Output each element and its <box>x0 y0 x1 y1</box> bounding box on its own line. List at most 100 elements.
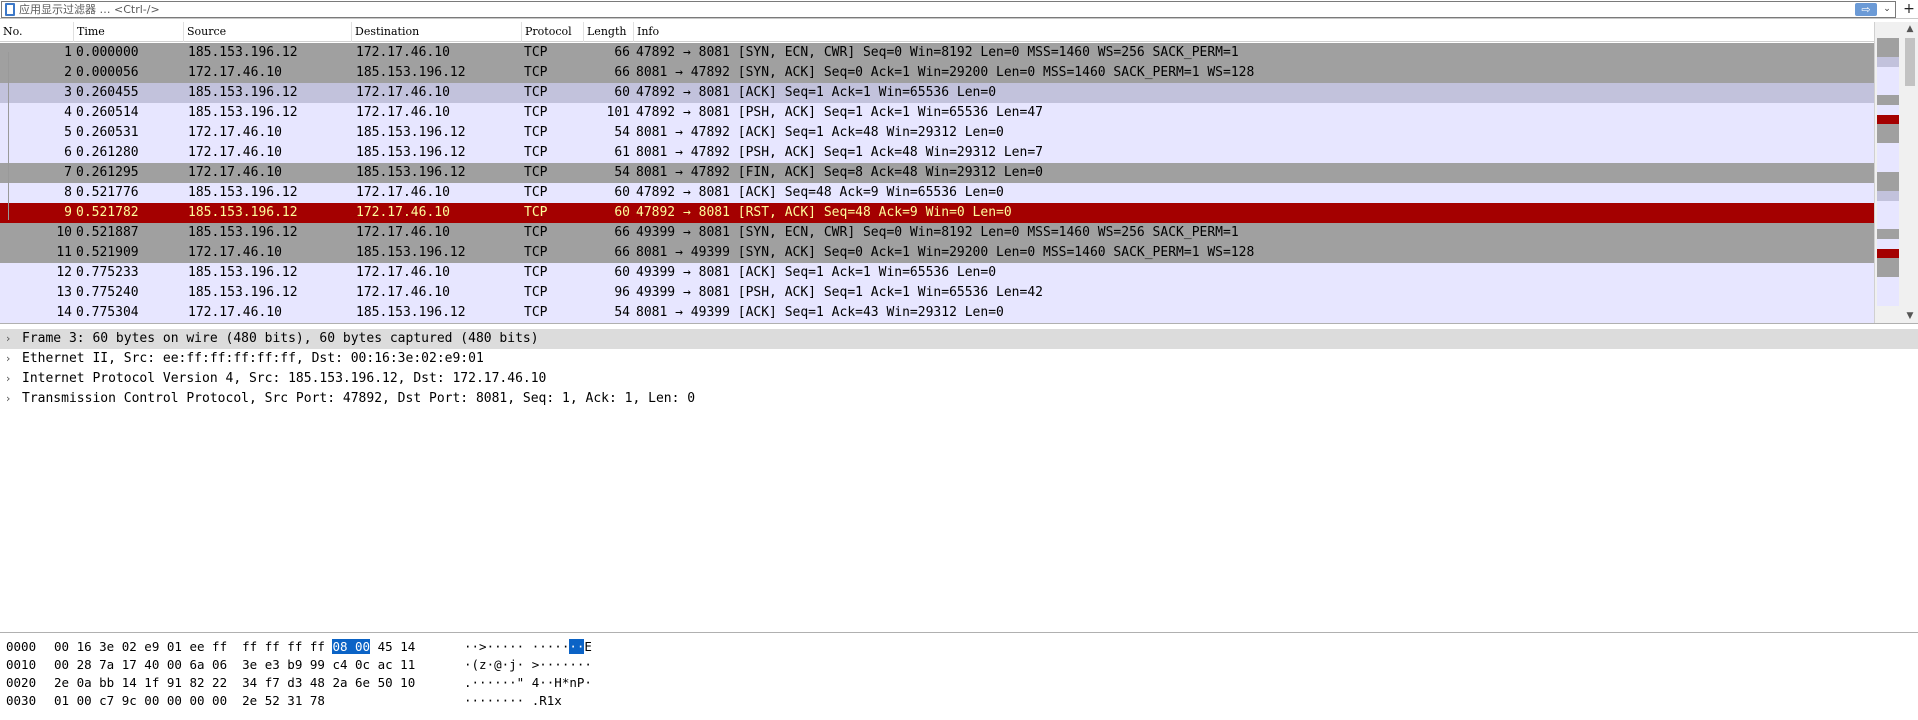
ascii-bytes[interactable]: ··>····· ·······E <box>464 638 614 656</box>
hex-segment: 01 00 c7 9c 00 00 00 00 2e 52 31 78 <box>54 693 325 708</box>
detail-tree-text: Internet Protocol Version 4, Src: 185.15… <box>22 371 547 386</box>
packet-cell-time: 0.521887 <box>76 225 139 240</box>
expand-arrow-icon[interactable]: › <box>6 369 10 389</box>
column-header-destination[interactable]: Destination <box>352 22 522 42</box>
hex-offset: 0010 <box>6 657 37 672</box>
packet-cell-no: 1 <box>64 45 72 60</box>
packet-cell-src: 185.153.196.12 <box>188 205 298 220</box>
detail-tree-item[interactable]: › Ethernet II, Src: ee:ff:ff:ff:ff:ff, Ds… <box>0 349 1918 369</box>
packet-cell-dst: 185.153.196.12 <box>356 305 466 320</box>
minimap-segment <box>1877 162 1899 172</box>
column-header-source[interactable]: Source <box>184 22 352 42</box>
hex-bytes[interactable]: 00 28 7a 17 40 00 6a 06 3e e3 b9 99 c4 0… <box>54 656 454 674</box>
packet-cell-info: 47892 → 8081 [RST, ACK] Seq=48 Ack=9 Win… <box>636 205 1012 220</box>
minimap-segment <box>1877 258 1899 268</box>
packet-cell-dst: 172.17.46.10 <box>356 265 450 280</box>
packet-row[interactable]: 11 0.521909 172.17.46.10 185.153.196.12 TCP 6… <box>0 243 1874 263</box>
hex-dump-row[interactable]: 0010 00 28 7a 17 40 00 6a 06 3e e3 b9 99 … <box>0 656 1918 674</box>
packet-row[interactable]: 13 0.775240 185.153.196.12 172.17.46.10 TCP 9… <box>0 283 1874 303</box>
hex-bytes[interactable]: 2e 0a bb 14 1f 91 82 22 34 f7 d3 48 2a 6… <box>54 674 454 692</box>
packet-row[interactable]: 12 0.775233 185.153.196.12 172.17.46.10 TCP 6… <box>0 263 1874 283</box>
packet-cell-info: 47892 → 8081 [SYN, ECN, CWR] Seq=0 Win=8… <box>636 45 1239 60</box>
scroll-up-icon[interactable]: ▲ <box>1902 22 1918 36</box>
packet-cell-proto: TCP <box>524 265 548 280</box>
packet-cell-no: 3 <box>64 85 72 100</box>
add-filter-button[interactable]: + <box>1902 0 1916 19</box>
packet-row[interactable]: 4 0.260514 185.153.196.12 172.17.46.10 TCP 10… <box>0 103 1874 123</box>
packet-cell-src: 185.153.196.12 <box>188 185 298 200</box>
hex-bytes[interactable]: 01 00 c7 9c 00 00 00 00 2e 52 31 78 <box>54 692 454 710</box>
hex-offset: 0000 <box>6 639 37 654</box>
packet-minimap[interactable] <box>1874 22 1902 323</box>
packet-list-scrollbar[interactable]: ▲ ▼ <box>1902 22 1918 323</box>
minimap-segment <box>1877 229 1899 239</box>
hex-dump-row[interactable]: 0020 2e 0a bb 14 1f 91 82 22 34 f7 d3 48 … <box>0 674 1918 692</box>
ascii-segment: ··>····· ····· <box>464 639 570 654</box>
ascii-bytes[interactable]: ········ .R1x <box>464 692 614 710</box>
packet-row[interactable]: 9 0.521782 185.153.196.12 172.17.46.10 TCP 60… <box>0 203 1874 223</box>
packet-row[interactable]: 5 0.260531 172.17.46.10 185.153.196.12 TCP 54… <box>0 123 1874 143</box>
packet-cell-time: 0.775240 <box>76 285 139 300</box>
packet-cell-info: 49399 → 8081 [ACK] Seq=1 Ack=1 Win=65536… <box>636 265 997 280</box>
packet-bytes-pane: 0000 00 16 3e 02 e9 01 ee ff ff ff ff ff … <box>0 638 1918 720</box>
packet-cell-dst: 172.17.46.10 <box>356 205 450 220</box>
packet-cell-src: 185.153.196.12 <box>188 265 298 280</box>
packet-cell-len: 66 <box>614 245 630 260</box>
scroll-thumb[interactable] <box>1905 38 1915 86</box>
detail-tree-item[interactable]: › Frame 3: 60 bytes on wire (480 bits), 6… <box>0 329 1918 349</box>
packet-cell-dst: 185.153.196.12 <box>356 245 466 260</box>
expand-arrow-icon[interactable]: › <box>6 389 10 409</box>
packet-cell-proto: TCP <box>524 305 548 320</box>
filter-history-dropdown-icon[interactable]: ⌄ <box>1881 2 1893 17</box>
hex-bytes[interactable]: 00 16 3e 02 e9 01 ee ff ff ff ff ff 08 0… <box>54 638 454 656</box>
packet-cell-time: 0.260531 <box>76 125 139 140</box>
detail-tree-item[interactable]: › Transmission Control Protocol, Src Port… <box>0 389 1918 409</box>
packet-cell-src: 185.153.196.12 <box>188 45 298 60</box>
packet-cell-dst: 185.153.196.12 <box>356 65 466 80</box>
expand-arrow-icon[interactable]: › <box>6 349 10 369</box>
minimap-segment <box>1877 239 1899 249</box>
ascii-bytes[interactable]: ·(z·@·j· >······· <box>464 656 614 674</box>
display-filter-input[interactable] <box>19 2 1819 17</box>
hex-highlight: 08 00 <box>332 639 371 654</box>
column-header-length[interactable]: Length <box>584 22 634 42</box>
column-header-no[interactable]: No. <box>0 22 74 42</box>
minimap-segment <box>1877 85 1899 96</box>
packet-row[interactable]: 1 0.000000 185.153.196.12 172.17.46.10 TCP 66… <box>0 43 1874 63</box>
packet-cell-time: 0.521776 <box>76 185 139 200</box>
packet-cell-len: 101 <box>606 105 630 120</box>
packet-cell-dst: 185.153.196.12 <box>356 145 466 160</box>
bookmark-icon[interactable] <box>5 3 15 16</box>
minimap-segment <box>1877 191 1899 201</box>
packet-list-pane: No. Time Source Destination Protocol Len… <box>0 22 1918 324</box>
minimap-segment <box>1877 124 1899 134</box>
ascii-bytes[interactable]: .······" 4··H*nP· <box>464 674 614 692</box>
expand-arrow-icon[interactable]: › <box>6 329 10 349</box>
packet-cell-time: 0.000000 <box>76 45 139 60</box>
hex-dump-row[interactable]: 0000 00 16 3e 02 e9 01 ee ff ff ff ff ff … <box>0 638 1918 656</box>
column-header-time[interactable]: Time <box>74 22 184 42</box>
minimap-segment <box>1877 105 1899 115</box>
packet-cell-proto: TCP <box>524 85 548 100</box>
minimap-segment <box>1877 114 1899 125</box>
hex-dump-row[interactable]: 0030 01 00 c7 9c 00 00 00 00 2e 52 31 78 ·… <box>0 692 1918 710</box>
scroll-down-icon[interactable]: ▼ <box>1902 309 1918 323</box>
packet-row[interactable]: 3 0.260455 185.153.196.12 172.17.46.10 TCP 60… <box>0 83 1874 103</box>
ascii-segment: ·(z·@·j· >······· <box>464 657 592 672</box>
packet-row[interactable]: 6 0.261280 172.17.46.10 185.153.196.12 TCP 61… <box>0 143 1874 163</box>
apply-filter-button[interactable]: ⇨ <box>1855 3 1877 16</box>
packet-row[interactable]: 14 0.775304 172.17.46.10 185.153.196.12 TCP 5… <box>0 303 1874 323</box>
detail-tree-item[interactable]: › Internet Protocol Version 4, Src: 185.1… <box>0 369 1918 389</box>
packet-row[interactable]: 8 0.521776 185.153.196.12 172.17.46.10 TCP 60… <box>0 183 1874 203</box>
minimap-segment <box>1877 152 1899 163</box>
packet-row[interactable]: 2 0.000056 172.17.46.10 185.153.196.12 TCP 66… <box>0 63 1874 83</box>
column-header-info[interactable]: Info <box>634 22 1874 42</box>
column-header-protocol[interactable]: Protocol <box>522 22 584 42</box>
packet-row[interactable]: 7 0.261295 172.17.46.10 185.153.196.12 TCP 54… <box>0 163 1874 183</box>
packet-cell-info: 8081 → 49399 [SYN, ACK] Seq=0 Ack=1 Win=… <box>636 245 1255 260</box>
packet-cell-time: 0.521909 <box>76 245 139 260</box>
packet-cell-len: 60 <box>614 265 630 280</box>
packet-row[interactable]: 10 0.521887 185.153.196.12 172.17.46.10 TCP 6… <box>0 223 1874 243</box>
minimap-segment <box>1877 172 1899 182</box>
packet-cell-proto: TCP <box>524 105 548 120</box>
